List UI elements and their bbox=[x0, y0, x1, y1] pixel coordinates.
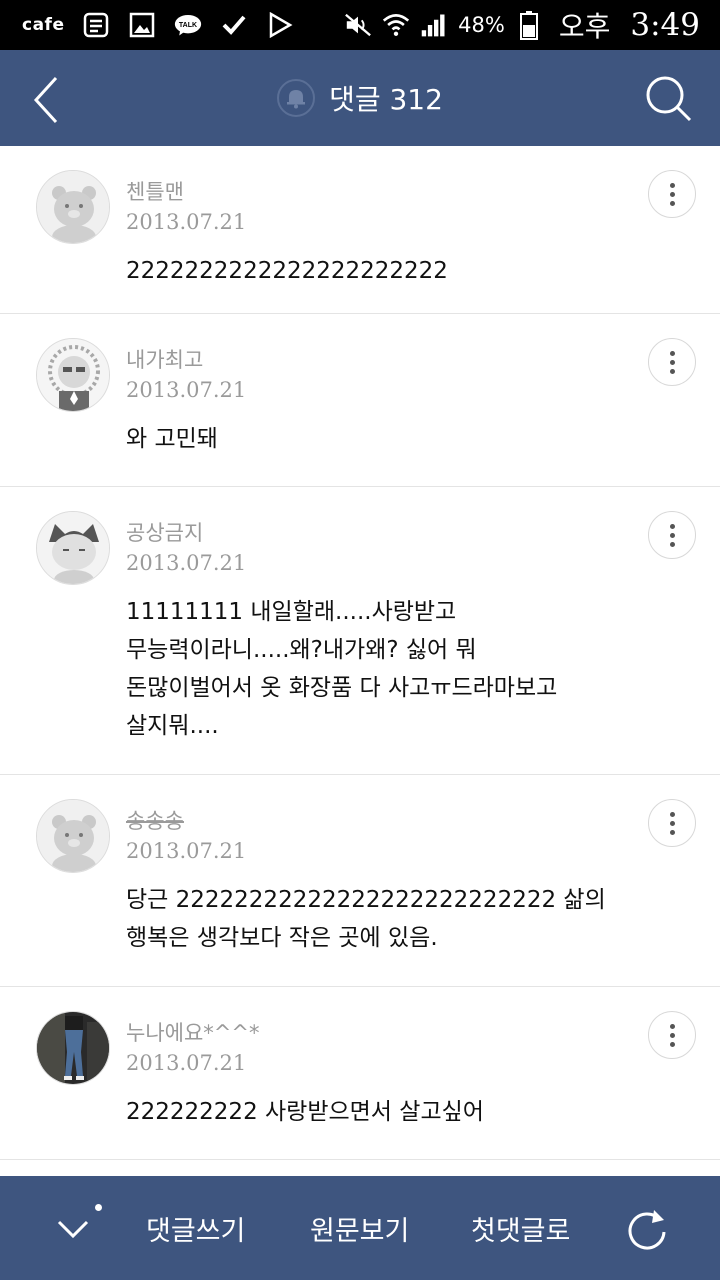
bottom-toolbar: 댓글쓰기 원문보기 첫댓글로 bbox=[0, 1176, 720, 1280]
mute-icon bbox=[344, 11, 372, 39]
first-comment-button[interactable]: 첫댓글로 bbox=[471, 1176, 570, 1280]
avatar[interactable] bbox=[36, 338, 110, 412]
new-indicator-dot bbox=[95, 1204, 102, 1211]
comment-date: 2013.07.21 bbox=[126, 551, 247, 575]
battery-icon bbox=[515, 11, 543, 40]
play-store-icon bbox=[266, 11, 294, 39]
gallery-icon bbox=[128, 11, 156, 39]
scroll-down-button[interactable] bbox=[50, 1206, 96, 1252]
comment-date: 2013.07.21 bbox=[126, 378, 247, 402]
check-icon bbox=[220, 11, 248, 39]
refresh-button[interactable] bbox=[624, 1206, 670, 1252]
comment-text: 11111111 내일할래.....사랑받고 무능력이라니.....왜?내가왜?… bbox=[126, 599, 558, 739]
svg-text:TALK: TALK bbox=[179, 22, 197, 29]
more-options-button[interactable] bbox=[648, 511, 696, 559]
comment-item: 내가최고 2013.07.21 와 고민돼 bbox=[0, 314, 720, 487]
comment-text: 당근 22222222222222222222222222 삶의 행복은 생각보… bbox=[126, 887, 606, 951]
cafe-label: cafe bbox=[22, 15, 65, 35]
status-time: 3:49 bbox=[630, 7, 700, 43]
comment-author[interactable]: 내가최고 bbox=[126, 344, 203, 374]
battery-percent: 48% bbox=[458, 13, 505, 37]
comment-item: 공상금지 2013.07.21 11111111 내일할래.....사랑받고 무… bbox=[0, 487, 720, 775]
search-button[interactable] bbox=[644, 74, 694, 124]
comment-date: 2013.07.21 bbox=[126, 210, 247, 234]
more-options-button[interactable] bbox=[648, 170, 696, 218]
avatar[interactable] bbox=[36, 170, 110, 244]
comment-author[interactable]: 송송송 bbox=[126, 805, 184, 835]
signal-icon bbox=[420, 11, 448, 39]
chevron-down-icon bbox=[57, 1220, 89, 1239]
status-ampm: 오후 bbox=[558, 10, 611, 43]
avatar[interactable] bbox=[36, 511, 110, 585]
comment-item: 누나에요*^^* 2013.07.21 222222222 사랑받으면서 살고싶… bbox=[0, 987, 720, 1160]
wifi-icon bbox=[382, 11, 410, 39]
more-options-button[interactable] bbox=[648, 338, 696, 386]
comment-author[interactable]: 공상금지 bbox=[126, 517, 203, 547]
comment-author[interactable]: 첸틀맨 bbox=[126, 176, 184, 206]
bell-icon[interactable] bbox=[277, 79, 316, 117]
write-comment-button[interactable]: 댓글쓰기 bbox=[146, 1176, 245, 1280]
avatar[interactable] bbox=[36, 1011, 110, 1085]
more-options-button[interactable] bbox=[648, 1011, 696, 1059]
comment-date: 2013.07.21 bbox=[126, 839, 247, 863]
comment-text: 와 고민돼 bbox=[126, 426, 218, 452]
comment-date: 2013.07.21 bbox=[126, 1051, 247, 1075]
refresh-icon bbox=[628, 1210, 666, 1250]
status-bar: cafe TALK 48% 오후 3:49 bbox=[0, 0, 720, 50]
comment-text: 222222222 사랑받으면서 살고싶어 bbox=[126, 1099, 484, 1125]
comment-list: 첸틀맨 2013.07.21 2222222222222222222222 내가… bbox=[0, 146, 720, 1160]
search-icon bbox=[646, 76, 692, 122]
notes-icon bbox=[82, 11, 110, 39]
more-options-button[interactable] bbox=[648, 799, 696, 847]
comment-item: 첸틀맨 2013.07.21 2222222222222222222222 bbox=[0, 146, 720, 314]
header: 댓글 312 bbox=[0, 50, 720, 146]
talk-icon: TALK bbox=[174, 11, 202, 39]
avatar[interactable] bbox=[36, 799, 110, 873]
comment-item: 송송송 2013.07.21 당근 2222222222222222222222… bbox=[0, 775, 720, 987]
comment-author[interactable]: 누나에요*^^* bbox=[126, 1017, 259, 1047]
view-original-button[interactable]: 원문보기 bbox=[310, 1176, 409, 1280]
page-title: 댓글 312 bbox=[329, 83, 443, 116]
comment-text: 2222222222222222222222 bbox=[126, 258, 448, 284]
